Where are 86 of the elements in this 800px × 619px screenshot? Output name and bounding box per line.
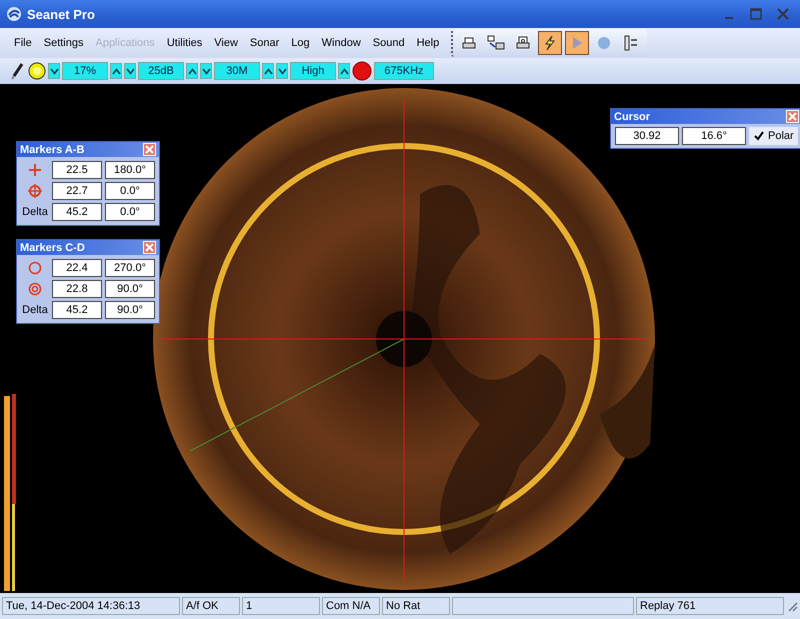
close-button[interactable] xyxy=(143,241,156,254)
menu-item[interactable]: Window xyxy=(316,35,367,51)
range-field: 45.2 xyxy=(52,203,102,221)
range-field: 30.92 xyxy=(615,127,679,145)
menu-item[interactable]: Log xyxy=(285,35,316,51)
increase-button[interactable] xyxy=(262,63,274,79)
polar-label: Polar xyxy=(768,130,794,142)
chevron-up-icon xyxy=(264,68,272,74)
decrease-button[interactable] xyxy=(276,63,288,79)
status-cell: 1 xyxy=(242,597,320,615)
setting-value: 30M xyxy=(214,62,260,80)
range-field: 45.2 xyxy=(52,301,102,319)
menu-item[interactable]: View xyxy=(208,35,244,51)
chevron-down-icon xyxy=(126,68,134,74)
chevron-down-icon xyxy=(50,68,58,74)
resize-grip-icon xyxy=(786,600,798,612)
polar-checkbox[interactable] xyxy=(753,130,765,142)
cross-marker-icon xyxy=(28,163,42,177)
bearing-field: 180.0° xyxy=(105,161,155,179)
crosshair-marker-icon xyxy=(28,184,42,198)
maximize-icon xyxy=(750,8,762,20)
bearing-field: 16.6° xyxy=(682,127,746,145)
chevron-up-icon xyxy=(112,68,120,74)
window-title: Seanet Pro xyxy=(27,6,96,22)
chevron-down-icon xyxy=(278,68,286,74)
decrease-button[interactable] xyxy=(200,63,212,79)
increase-button[interactable] xyxy=(338,63,350,79)
menu-item[interactable]: Sonar xyxy=(244,35,286,51)
menu-item[interactable]: Utilities xyxy=(160,35,208,51)
toolbar-button[interactable] xyxy=(538,31,562,55)
bearing-field: 270.0° xyxy=(105,259,155,277)
close-button[interactable] xyxy=(786,110,799,123)
panel-title: Cursor xyxy=(614,110,650,122)
transmit-indicator-icon[interactable] xyxy=(352,61,372,81)
range-field: 22.4 xyxy=(52,259,102,277)
ring-marker-icon xyxy=(28,261,42,275)
decrease-button[interactable] xyxy=(124,63,136,79)
bearing-field: 90.0° xyxy=(105,301,155,319)
play-icon xyxy=(571,36,584,50)
delta-label: Delta xyxy=(21,206,49,218)
lightning-icon xyxy=(543,35,558,51)
close-button[interactable] xyxy=(143,143,156,156)
chevron-up-icon xyxy=(340,68,348,74)
app-logo-icon xyxy=(6,6,22,22)
status-cell: Replay 761 xyxy=(636,597,784,615)
close-icon xyxy=(145,243,154,252)
status-cell: No Rat xyxy=(382,597,450,615)
close-icon xyxy=(777,8,789,20)
menu-item[interactable]: Settings xyxy=(38,35,90,51)
bearing-field: 90.0° xyxy=(105,280,155,298)
status-cell: Com N/A xyxy=(322,597,380,615)
pen-icon[interactable] xyxy=(10,62,26,80)
settings-list-icon xyxy=(623,35,640,51)
center-blind-spot xyxy=(376,311,432,367)
printer-icon xyxy=(462,36,476,50)
delta-label: Delta xyxy=(21,304,49,316)
record-icon xyxy=(597,36,612,50)
chevron-up-icon xyxy=(188,68,196,74)
setting-value: 17% xyxy=(62,62,108,80)
printer-setup-icon xyxy=(487,35,506,51)
lamp-icon[interactable] xyxy=(28,62,46,80)
bearing-field: 0.0° xyxy=(105,203,155,221)
status-cell: Tue, 14-Dec-2004 14:36:13 xyxy=(2,597,180,615)
range-field: 22.8 xyxy=(52,280,102,298)
range-field: 22.5 xyxy=(52,161,102,179)
increase-button[interactable] xyxy=(186,63,198,79)
close-icon xyxy=(145,145,154,154)
toolbar-button[interactable] xyxy=(565,31,590,55)
frequency-readout: 675KHz xyxy=(374,62,434,80)
menu-item[interactable]: Help xyxy=(410,35,446,51)
panel-title: Markers C-D xyxy=(20,242,85,254)
double-ring-marker-icon xyxy=(28,282,42,296)
setting-value: 25dB xyxy=(138,62,184,80)
status-cell: A/f OK xyxy=(182,597,240,615)
decrease-button[interactable] xyxy=(48,63,60,79)
setting-value: High xyxy=(290,62,336,80)
menu-item[interactable]: Sound xyxy=(366,35,411,51)
panel-title: Markers A-B xyxy=(20,144,84,156)
minimize-icon xyxy=(725,17,733,19)
increase-button[interactable] xyxy=(110,63,122,79)
range-field: 22.7 xyxy=(52,182,102,200)
close-icon xyxy=(788,112,797,121)
print-preview-icon xyxy=(516,36,530,50)
menu-item[interactable]: File xyxy=(8,35,38,51)
bearing-field: 0.0° xyxy=(105,182,155,200)
chevron-down-icon xyxy=(202,68,210,74)
